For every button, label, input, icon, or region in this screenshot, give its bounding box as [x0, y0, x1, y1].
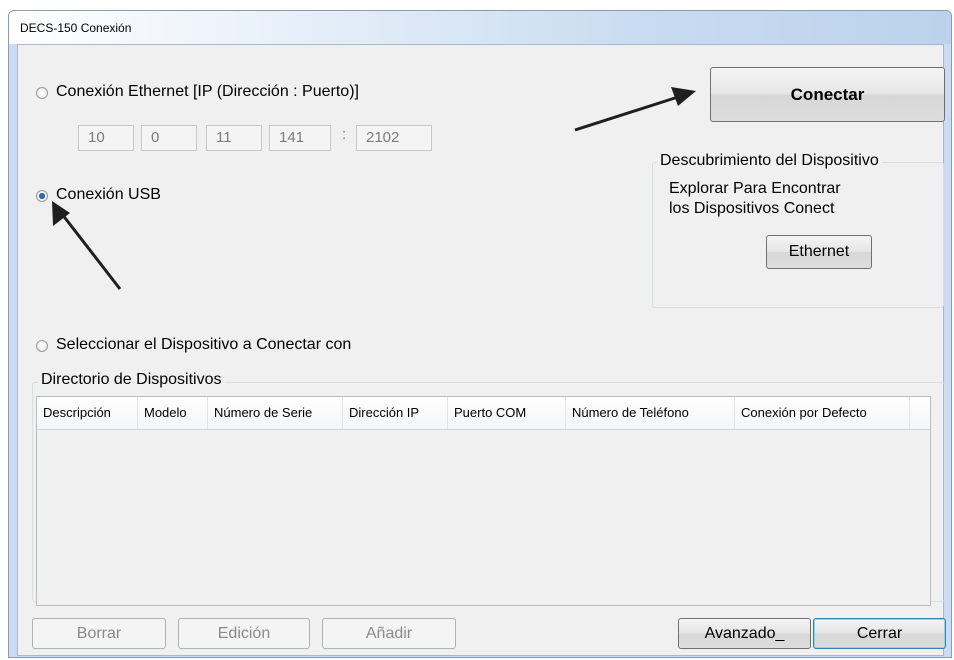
annotation-arrows: [52, 87, 696, 290]
arrow-to-usb-icon: [52, 201, 122, 290]
arrow-to-connect-icon: [574, 87, 696, 132]
